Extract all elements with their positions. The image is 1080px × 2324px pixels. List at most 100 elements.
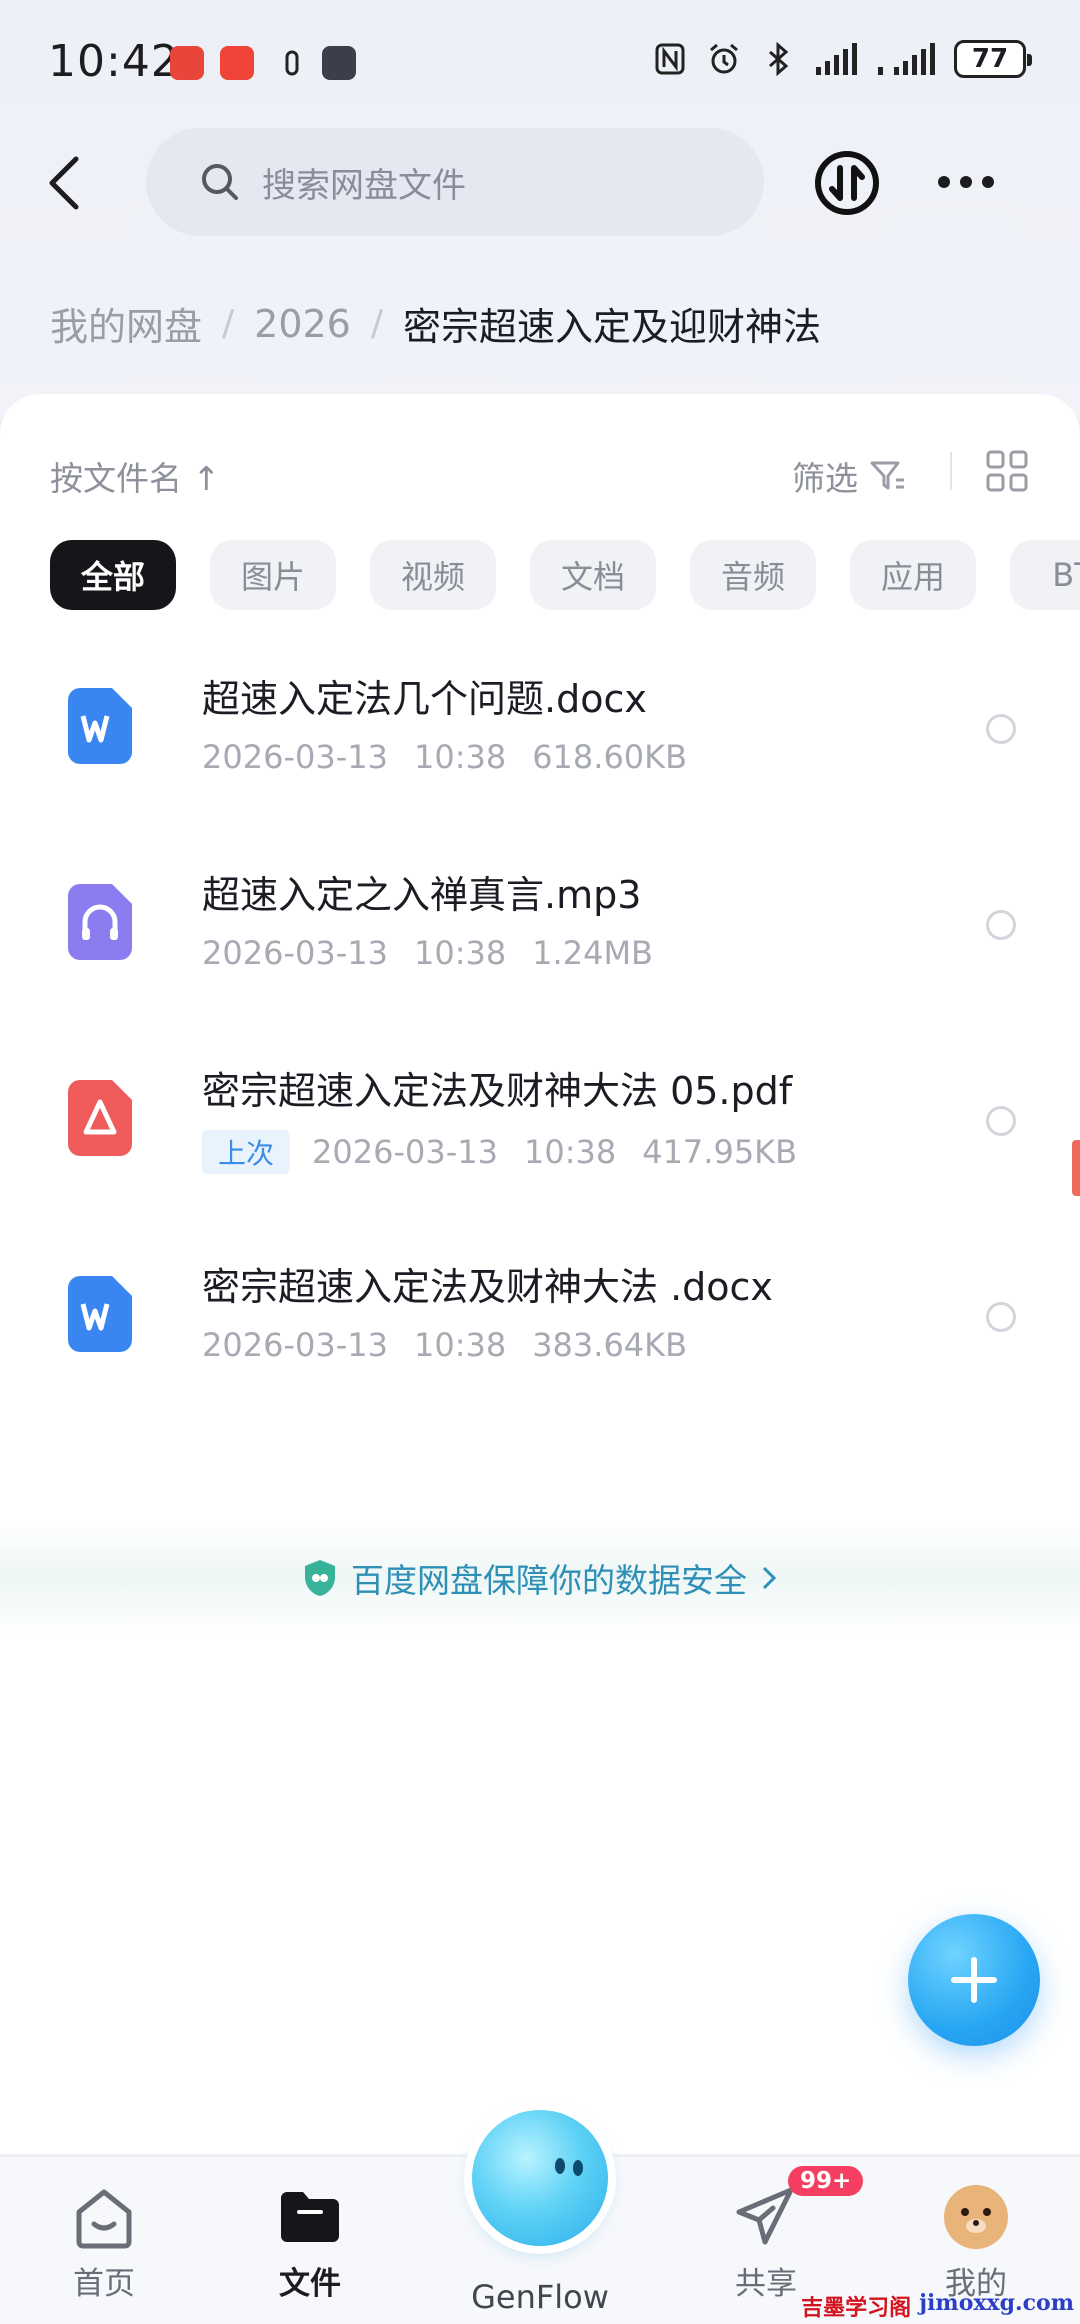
nav-home-label: 首页 xyxy=(73,2266,135,2302)
chip-audio[interactable]: 音频 xyxy=(690,540,816,610)
chip-bt[interactable]: BT xyxy=(1010,540,1080,610)
transfer-icon xyxy=(815,151,879,215)
file-date: 2026-03-13 xyxy=(202,738,388,776)
home-icon xyxy=(76,2189,132,2249)
breadcrumb: 我的网盘 / 2026 / 密宗超速入定及迎财神法 xyxy=(50,296,821,351)
breadcrumb-current: 密宗超速入定及迎财神法 xyxy=(403,305,822,349)
category-chips: 全部 图片 视频 文档 音频 应用 BT xyxy=(50,540,1080,610)
side-pull-tab[interactable] xyxy=(1072,1140,1080,1196)
folder-icon xyxy=(281,2192,339,2242)
word-doc-icon xyxy=(68,688,132,764)
file-row[interactable]: 超速入定之入禅真言.mp3 2026-03-13 10:38 1.24MB xyxy=(0,840,1080,1036)
status-time: 10:42 xyxy=(48,36,180,87)
back-arrow-icon xyxy=(49,156,79,210)
select-radio[interactable] xyxy=(986,910,1016,940)
file-meta: 2026-03-13 10:38 383.64KB xyxy=(202,1326,687,1364)
file-time: 10:38 xyxy=(523,1133,617,1171)
chip-documents[interactable]: 文档 xyxy=(530,540,656,610)
file-name: 超速入定法几个问题.docx xyxy=(202,677,647,721)
pdf-file-icon xyxy=(68,1080,132,1156)
search-input[interactable]: 搜索网盘文件 xyxy=(146,128,764,236)
watermark: 吉墨学习阁 jimoxxg.com xyxy=(801,2290,1074,2322)
paper-plane-icon xyxy=(736,2187,794,2245)
nav-share-label: 共享 xyxy=(735,2266,797,2302)
file-row[interactable]: 密宗超速入定法及财神大法 .docx 2026-03-13 10:38 383.… xyxy=(0,1232,1080,1428)
back-button[interactable] xyxy=(36,148,92,218)
shield-icon xyxy=(305,1560,335,1596)
nav-files-label: 文件 xyxy=(279,2266,341,2302)
grid-icon xyxy=(986,450,1028,492)
watermark-cn: 吉墨学习阁 xyxy=(801,2296,912,2321)
red-app-icon xyxy=(220,46,254,80)
word-doc-icon xyxy=(68,1276,132,1352)
file-name: 密宗超速入定法及财神大法 05.pdf xyxy=(202,1069,793,1113)
file-time: 10:38 xyxy=(413,934,507,972)
audio-file-icon xyxy=(68,884,132,960)
file-date: 2026-03-13 xyxy=(312,1133,498,1171)
nav-home[interactable]: 首页 xyxy=(34,2182,174,2303)
file-meta: 上次 2026-03-13 10:38 417.95KB xyxy=(202,1130,797,1174)
file-size: 618.60KB xyxy=(532,738,688,776)
security-text: 百度网盘保障你的数据安全 xyxy=(351,1561,747,1600)
share-badge: 99+ xyxy=(788,2166,864,2196)
file-row[interactable]: 超速入定法几个问题.docx 2026-03-13 10:38 618.60KB xyxy=(0,644,1080,840)
breadcrumb-level1[interactable]: 2026 xyxy=(254,302,351,346)
huawei-app-icon xyxy=(170,46,204,80)
bluetooth-icon xyxy=(769,41,789,77)
file-size: 383.64KB xyxy=(532,1326,688,1364)
chip-images[interactable]: 图片 xyxy=(210,540,336,610)
genflow-face-icon xyxy=(555,2158,583,2176)
nav-genflow[interactable]: GenFlow xyxy=(470,2278,610,2316)
status-bar: 10:42 77 xyxy=(0,0,1080,128)
file-time: 10:38 xyxy=(413,1326,507,1364)
grid-view-button[interactable] xyxy=(986,450,1028,492)
transfer-button[interactable] xyxy=(814,150,880,216)
file-row[interactable]: 密宗超速入定法及财神大法 05.pdf 上次 2026-03-13 10:38 … xyxy=(0,1036,1080,1232)
file-name: 密宗超速入定法及财神大法 .docx xyxy=(202,1265,773,1309)
last-opened-badge: 上次 xyxy=(202,1130,291,1174)
chip-videos[interactable]: 视频 xyxy=(370,540,496,610)
toolbar-divider xyxy=(950,452,952,490)
watermark-en: jimoxxg.com xyxy=(919,2290,1074,2316)
genflow-orb-icon[interactable] xyxy=(472,2110,608,2246)
signal-2-icon xyxy=(878,43,935,75)
search-placeholder: 搜索网盘文件 xyxy=(262,165,466,206)
file-size: 417.95KB xyxy=(642,1133,798,1171)
chip-apps[interactable]: 应用 xyxy=(850,540,976,610)
file-name: 超速入定之入禅真言.mp3 xyxy=(202,873,642,917)
avatar xyxy=(944,2185,1008,2249)
sort-button[interactable]: 按文件名 ↑ xyxy=(50,452,220,500)
breadcrumb-root[interactable]: 我的网盘 xyxy=(50,296,202,351)
add-button[interactable] xyxy=(908,1914,1040,2046)
file-date: 2026-03-13 xyxy=(202,934,388,972)
link-icon xyxy=(285,50,299,76)
filter-label: 筛选 xyxy=(792,459,858,498)
filter-icon xyxy=(870,461,904,490)
select-radio[interactable] xyxy=(986,1106,1016,1136)
app-badge-icon xyxy=(322,46,356,80)
filter-button[interactable]: 筛选 xyxy=(792,452,906,500)
plus-icon xyxy=(951,1957,997,2003)
file-meta: 2026-03-13 10:38 1.24MB xyxy=(202,934,653,972)
nav-files[interactable]: 文件 xyxy=(240,2182,380,2303)
search-icon xyxy=(202,164,238,200)
nav-genflow-label: GenFlow xyxy=(471,2278,609,2316)
breadcrumb-separator: / xyxy=(222,303,235,344)
nfc-icon xyxy=(655,43,685,75)
nav-mine[interactable]: 我的 xyxy=(906,2182,1046,2303)
select-radio[interactable] xyxy=(986,714,1016,744)
file-size: 1.24MB xyxy=(532,934,653,972)
security-banner[interactable]: 百度网盘保障你的数据安全 xyxy=(0,1520,1080,1636)
chevron-right-icon xyxy=(762,1566,777,1590)
file-meta: 2026-03-13 10:38 618.60KB xyxy=(202,738,687,776)
select-radio[interactable] xyxy=(986,1302,1016,1332)
more-options-button[interactable] xyxy=(938,166,998,198)
file-time: 10:38 xyxy=(413,738,507,776)
signal-icon xyxy=(816,43,857,75)
battery-indicator: 77 xyxy=(954,40,1032,78)
file-date: 2026-03-13 xyxy=(202,1326,388,1364)
chip-all[interactable]: 全部 xyxy=(50,540,176,610)
alarm-icon xyxy=(710,43,738,74)
breadcrumb-separator: / xyxy=(370,303,384,344)
nav-share[interactable]: 共享 xyxy=(696,2182,836,2303)
